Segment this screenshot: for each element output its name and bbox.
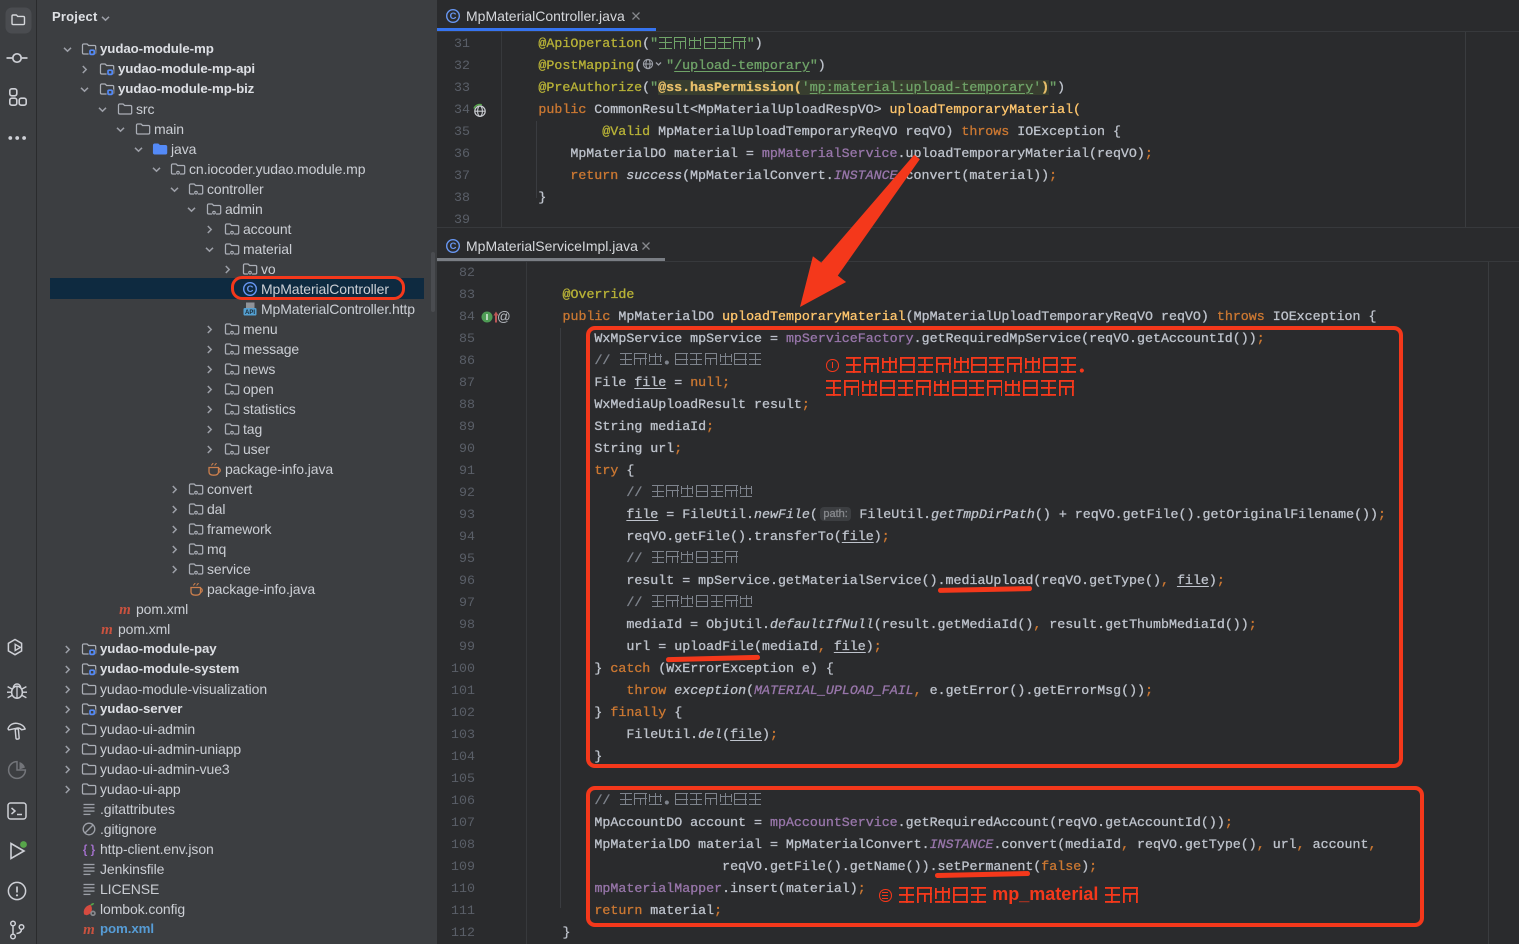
svg-text:m: m <box>119 602 131 617</box>
svg-text:C: C <box>450 241 457 252</box>
svg-text:C: C <box>450 11 457 22</box>
svg-text:API: API <box>245 310 255 316</box>
svg-text:I: I <box>486 313 488 322</box>
svg-text:m: m <box>101 622 113 637</box>
svg-text:m: m <box>83 922 95 937</box>
svg-text:{ }: { } <box>83 845 96 857</box>
